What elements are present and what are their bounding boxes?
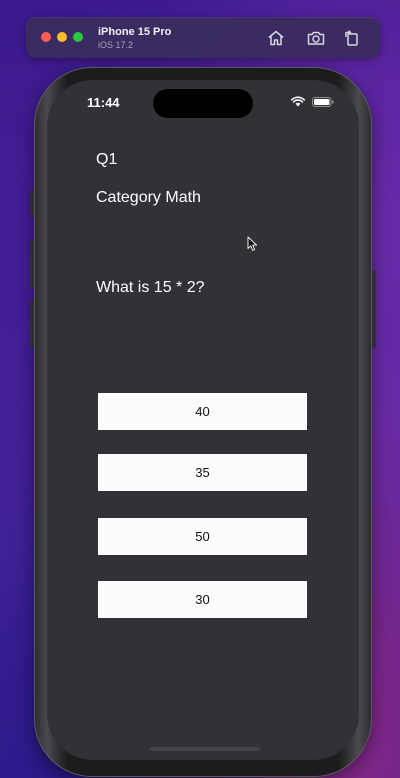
status-time: 11:44 (87, 95, 120, 110)
home-button[interactable] (266, 28, 286, 48)
side-button (372, 270, 376, 348)
simulator-toolbar: iPhone 15 Pro iOS 17.2 (26, 17, 380, 58)
wifi-icon (291, 96, 305, 107)
answer-button-1[interactable]: 40 (98, 393, 307, 430)
rotate-button[interactable] (342, 28, 362, 48)
question-number: Q1 (96, 151, 118, 168)
rotate-icon (345, 30, 358, 46)
battery-icon (312, 97, 334, 107)
question-category: Category Math (96, 189, 201, 206)
question-text: What is 15 * 2? (96, 279, 205, 296)
phone-screen: 11:44 Q1 Category Math What is 15 * 2? 4… (47, 80, 359, 760)
screenshot-icon (307, 31, 325, 45)
answer-button-2[interactable]: 35 (98, 454, 307, 491)
zoom-window-button[interactable] (73, 32, 83, 42)
close-window-button[interactable] (41, 32, 51, 42)
mouse-pointer-icon (247, 236, 258, 251)
dynamic-island (153, 89, 253, 118)
screenshot-button[interactable] (306, 28, 326, 48)
answer-button-3[interactable]: 50 (98, 518, 307, 555)
home-indicator (150, 747, 260, 751)
device-name: iPhone 15 Pro (98, 26, 172, 38)
os-version: iOS 17.2 (98, 40, 134, 50)
home-icon (268, 30, 284, 46)
minimize-window-button[interactable] (57, 32, 67, 42)
answer-button-4[interactable]: 30 (98, 581, 307, 618)
